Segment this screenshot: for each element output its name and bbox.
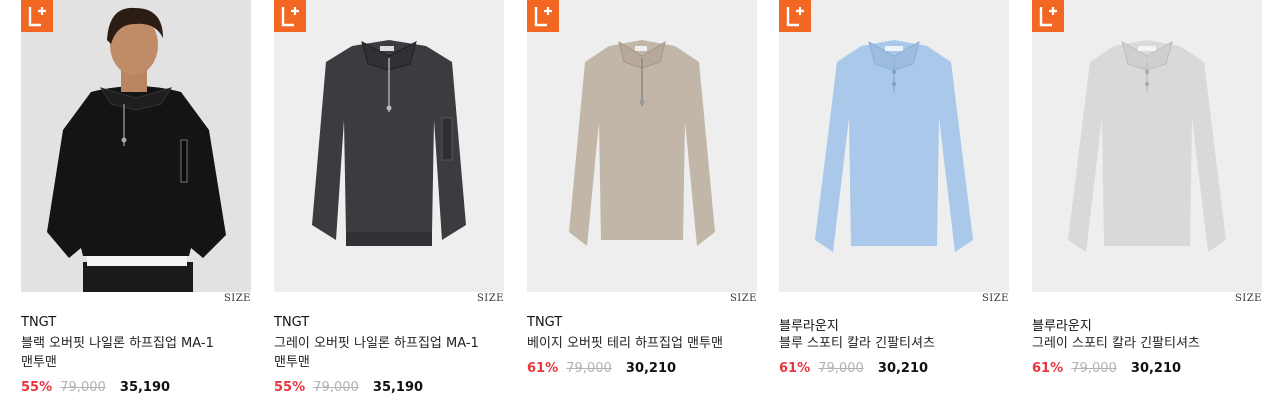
l-plus-icon (1039, 7, 1057, 27)
price-row: 55% 79,000 35,190 (21, 380, 170, 395)
discount-rate: 55% (21, 380, 53, 395)
product-card[interactable]: SIZE 블루라운지 블루 스포티 칼라 긴팔티셔츠 61% 79,000 30… (779, 0, 1009, 376)
brand-name[interactable]: TNGT (21, 315, 56, 330)
l-plus-icon (28, 7, 46, 27)
sale-price: 30,210 (625, 361, 677, 376)
discount-rate: 55% (274, 380, 306, 395)
product-image[interactable] (1032, 0, 1262, 292)
l-plus-badge (527, 0, 559, 32)
product-card[interactable]: SIZE TNGT 베이지 오버핏 테리 하프집업 맨투맨 61% 79,000… (527, 0, 757, 376)
product-name[interactable]: 그레이 스포티 칼라 긴팔티셔츠 (1032, 334, 1258, 353)
sale-price: 30,210 (877, 361, 929, 376)
l-plus-badge (779, 0, 811, 32)
l-plus-icon (534, 7, 552, 27)
sale-price: 35,190 (119, 380, 171, 395)
discount-rate: 61% (1032, 361, 1064, 376)
size-button[interactable]: SIZE (224, 293, 251, 304)
original-price: 79,000 (313, 380, 359, 395)
original-price: 79,000 (1071, 361, 1117, 376)
product-name[interactable]: 그레이 오버핏 나일론 하프집업 MA-1 맨투맨 (274, 334, 500, 372)
original-price: 79,000 (818, 361, 864, 376)
size-button[interactable]: SIZE (1235, 293, 1262, 304)
l-plus-badge (274, 0, 306, 32)
size-button[interactable]: SIZE (477, 293, 504, 304)
original-price: 79,000 (60, 380, 106, 395)
size-button[interactable]: SIZE (982, 293, 1009, 304)
product-image[interactable] (274, 0, 504, 292)
discount-rate: 61% (527, 361, 559, 376)
l-plus-icon (281, 7, 299, 27)
l-plus-icon (786, 7, 804, 27)
price-row: 61% 79,000 30,210 (779, 361, 928, 376)
price-row: 61% 79,000 30,210 (1032, 361, 1181, 376)
product-image[interactable] (779, 0, 1009, 292)
product-image[interactable] (527, 0, 757, 292)
product-image[interactable] (21, 0, 251, 292)
price-row: 61% 79,000 30,210 (527, 361, 676, 376)
garment-photo (779, 0, 1009, 292)
product-card[interactable]: SIZE TNGT 그레이 오버핏 나일론 하프집업 MA-1 맨투맨 55% … (274, 0, 504, 395)
product-name[interactable]: 블루 스포티 칼라 긴팔티셔츠 (779, 334, 1005, 353)
price-row: 55% 79,000 35,190 (274, 380, 423, 395)
l-plus-badge (21, 0, 53, 32)
discount-rate: 61% (779, 361, 811, 376)
sale-price: 30,210 (1130, 361, 1182, 376)
product-name[interactable]: 블랙 오버핏 나일론 하프집업 MA-1 맨투맨 (21, 334, 247, 372)
brand-name[interactable]: TNGT (274, 315, 309, 330)
size-button[interactable]: SIZE (730, 293, 757, 304)
product-card[interactable]: SIZE TNGT 블랙 오버핏 나일론 하프집업 MA-1 맨투맨 55% 7… (21, 0, 251, 395)
product-card[interactable]: SIZE 블루라운지 그레이 스포티 칼라 긴팔티셔츠 61% 79,000 3… (1032, 0, 1262, 376)
brand-name[interactable]: TNGT (527, 315, 562, 330)
l-plus-badge (1032, 0, 1064, 32)
garment-photo (1032, 0, 1262, 292)
brand-name[interactable]: 블루라운지 (779, 315, 839, 334)
product-name[interactable]: 베이지 오버핏 테리 하프집업 맨투맨 (527, 334, 753, 353)
garment-photo (274, 0, 504, 292)
product-grid: SIZE TNGT 블랙 오버핏 나일론 하프집업 MA-1 맨투맨 55% 7… (0, 0, 1266, 408)
model-photo (21, 0, 251, 292)
original-price: 79,000 (566, 361, 612, 376)
sale-price: 35,190 (372, 380, 424, 395)
brand-name[interactable]: 블루라운지 (1032, 315, 1092, 334)
garment-photo (527, 0, 757, 292)
